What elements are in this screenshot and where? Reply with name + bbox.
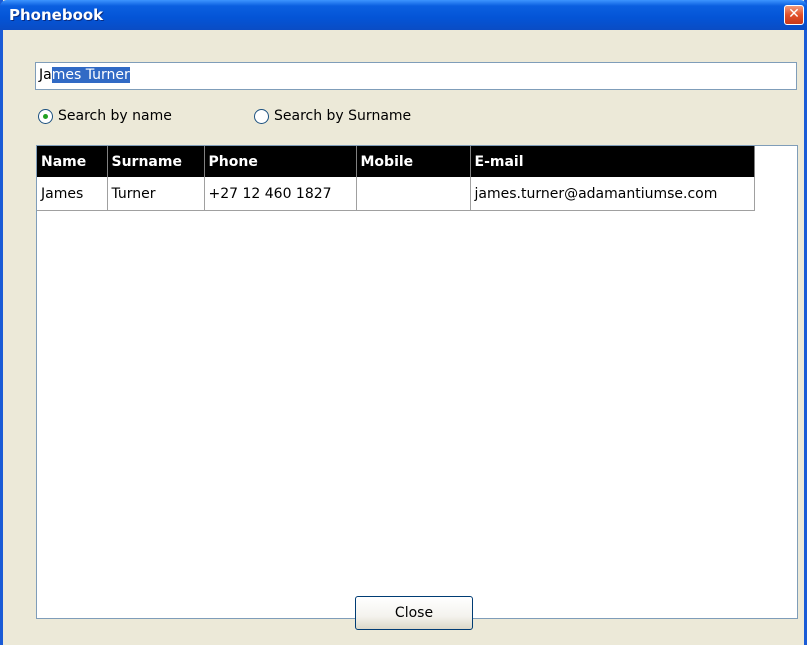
cell-mobile[interactable] (356, 177, 471, 211)
radio-unchecked-icon[interactable] (254, 108, 269, 124)
cell-phone[interactable]: +27 12 460 1827 (204, 177, 357, 211)
cell-email[interactable]: james.turner@adamantiumse.com (470, 177, 755, 211)
window-title: Phonebook (9, 6, 104, 24)
column-header-email[interactable]: E-mail (470, 146, 755, 177)
column-header-surname[interactable]: Surname (107, 146, 205, 177)
radio-search-by-surname[interactable]: Search by Surname (254, 106, 411, 126)
radio-search-by-name-label: Search by name (58, 108, 172, 124)
search-value-unselected: Ja (39, 67, 52, 83)
table-header-row: Name Surname Phone Mobile E-mail (37, 146, 755, 177)
table-row[interactable]: James Turner +27 12 460 1827 james.turne… (37, 177, 755, 211)
results-grid[interactable]: Name Surname Phone Mobile E-mail James T… (36, 145, 798, 619)
results-table: Name Surname Phone Mobile E-mail James T… (37, 146, 755, 211)
radio-search-by-name[interactable]: Search by name (38, 106, 172, 126)
close-button[interactable]: Close (355, 596, 473, 630)
column-header-mobile[interactable]: Mobile (356, 146, 471, 177)
column-header-phone[interactable]: Phone (204, 146, 357, 177)
phonebook-window: Phonebook ✕ James Turner Search by name … (0, 0, 807, 645)
cell-name[interactable]: James (37, 177, 108, 211)
close-icon[interactable]: ✕ (784, 5, 804, 25)
cell-surname[interactable]: Turner (107, 177, 205, 211)
radio-search-by-surname-label: Search by Surname (274, 108, 412, 124)
search-value-selected: mes Turner (51, 67, 130, 83)
radio-checked-icon[interactable] (38, 108, 53, 124)
search-input[interactable]: James Turner (35, 62, 797, 90)
title-bar[interactable]: Phonebook ✕ (0, 0, 807, 30)
column-header-name[interactable]: Name (37, 146, 108, 177)
